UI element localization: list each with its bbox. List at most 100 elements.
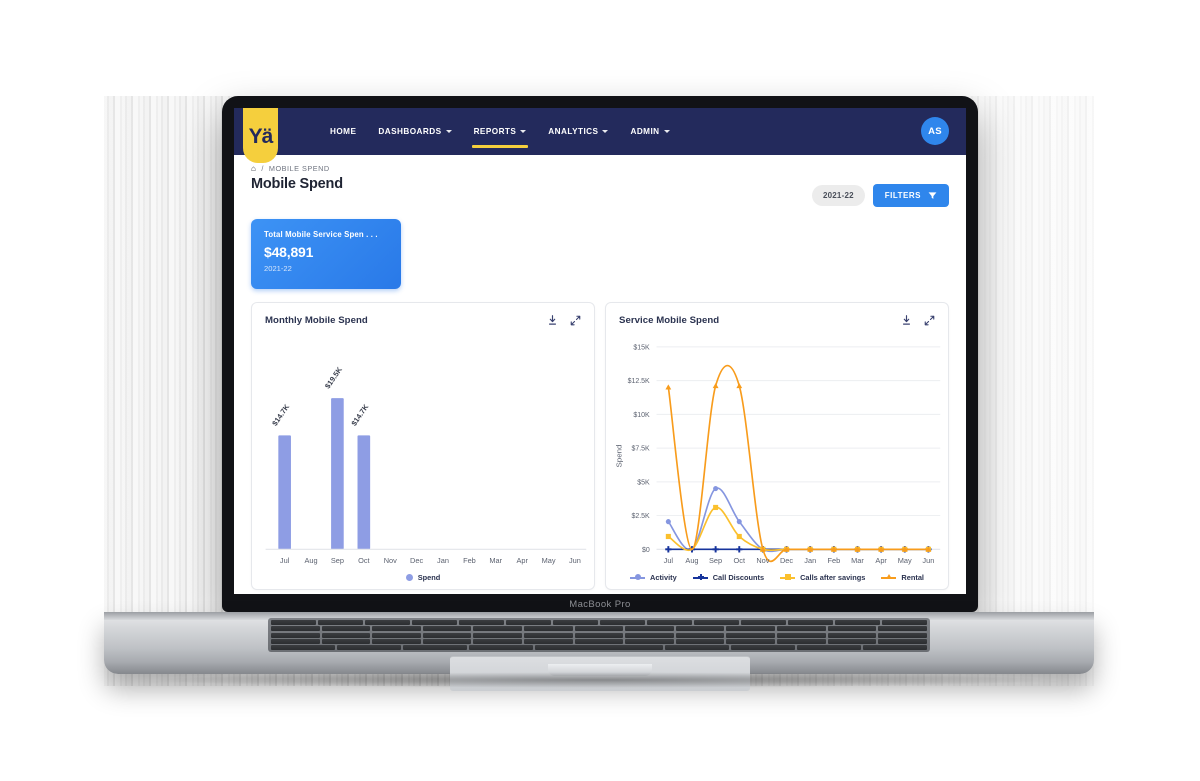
nav-item-analytics[interactable]: ANALYTICS xyxy=(537,108,619,155)
series-line xyxy=(667,506,930,552)
data-point[interactable] xyxy=(713,504,719,511)
x-axis-tick: Dec xyxy=(780,556,793,565)
home-icon[interactable]: ⌂ xyxy=(251,164,256,173)
keyboard-key xyxy=(372,638,421,644)
breadcrumb: ⌂ / MOBILE SPEND xyxy=(251,164,949,173)
keyboard-key xyxy=(553,620,598,625)
series-rental[interactable] xyxy=(665,364,932,563)
keyboard-key xyxy=(271,645,335,650)
data-point[interactable] xyxy=(736,533,742,540)
app-logo[interactable]: Yä xyxy=(243,108,278,163)
page-content: ⌂ / MOBILE SPEND Mobile Spend 2021-22 FI… xyxy=(234,155,966,590)
keyboard-key xyxy=(777,632,826,638)
x-axis-tick: Feb xyxy=(463,556,476,565)
legend-swatch-triangle-icon xyxy=(881,573,897,579)
nav-item-label: REPORTS xyxy=(473,127,517,136)
chevron-down-icon xyxy=(602,130,609,133)
keyboard-key xyxy=(574,638,624,644)
legend-item-activity[interactable]: Activity xyxy=(630,573,677,582)
bar-value-label: $14.7K xyxy=(349,402,370,428)
data-point[interactable] xyxy=(736,383,743,389)
nav-menu: HOME DASHBOARDS REPORTS ANALYTICS ADMIN xyxy=(319,108,681,155)
legend-item-call-discounts[interactable]: Call Discounts xyxy=(692,573,764,582)
download-icon[interactable] xyxy=(901,315,912,326)
charts-row: Monthly Mobile Spend Jul Aug Sep Oct Nov… xyxy=(251,302,949,590)
keyboard-key xyxy=(835,620,880,625)
keyboard-key xyxy=(726,638,776,644)
keyboard-key xyxy=(524,626,573,632)
bar-value-label: $14.7K xyxy=(270,402,291,428)
keyboard-key xyxy=(574,626,624,632)
bar-Jul[interactable] xyxy=(278,435,291,550)
avatar-initials: AS xyxy=(928,125,942,137)
keyboard-key xyxy=(271,620,316,625)
legend-item-spend[interactable]: Spend xyxy=(405,573,440,582)
data-point[interactable] xyxy=(665,384,672,390)
series-activity[interactable] xyxy=(665,485,931,553)
keyboard-key xyxy=(422,632,472,638)
x-axis-tick: Apr xyxy=(875,556,887,565)
x-axis-tick: Dec xyxy=(410,556,423,565)
legend-swatch-circle-icon xyxy=(630,574,646,580)
keyboard-key xyxy=(365,620,410,625)
keyboard-key xyxy=(524,638,573,644)
keyboard-key xyxy=(473,626,523,632)
data-point[interactable] xyxy=(665,546,672,553)
avatar[interactable]: AS xyxy=(921,117,949,145)
page-actions: 2021-22 FILTERS xyxy=(811,184,949,207)
legend-item-calls-after-savings[interactable]: Calls after savings xyxy=(780,573,865,582)
y-axis-tick: $5K xyxy=(637,479,650,486)
bar-value-label: $19.5K xyxy=(323,365,344,391)
nav-item-admin[interactable]: ADMIN xyxy=(619,108,680,155)
y-axis-label: Spend xyxy=(615,445,624,468)
download-icon[interactable] xyxy=(547,315,558,326)
keyboard-key xyxy=(827,638,877,644)
kpi-card-total-mobile-service-spend[interactable]: Total Mobile Service Spen . . . $48,891 … xyxy=(251,219,401,289)
expand-icon[interactable] xyxy=(924,315,935,326)
data-point[interactable] xyxy=(665,533,671,540)
nav-item-home[interactable]: HOME xyxy=(319,108,367,155)
x-axis-tick: Aug xyxy=(305,556,318,565)
keyboard-key xyxy=(878,626,927,632)
keyboard-key xyxy=(726,632,776,638)
expand-icon[interactable] xyxy=(570,315,581,326)
filters-button[interactable]: FILTERS xyxy=(872,184,949,207)
series-line xyxy=(667,364,930,563)
data-point[interactable] xyxy=(713,485,719,492)
y-axis-tick: $10K xyxy=(633,412,650,419)
keyboard-key xyxy=(878,638,927,644)
data-point[interactable] xyxy=(712,546,719,553)
laptop-mockup: MacBook Pro Yä HOME DASHBOARDS REPORTS A… xyxy=(0,0,1200,781)
data-point[interactable] xyxy=(712,383,719,389)
nav-item-reports[interactable]: REPORTS xyxy=(463,108,538,155)
x-axis-tick: Sep xyxy=(331,556,344,565)
bar-Sep[interactable] xyxy=(331,398,344,550)
bar-Oct[interactable] xyxy=(357,435,371,550)
nav-item-label: HOME xyxy=(330,127,357,136)
year-chip[interactable]: 2021-22 xyxy=(811,185,865,206)
top-navbar: Yä HOME DASHBOARDS REPORTS ANALYTICS ADM… xyxy=(234,108,966,163)
keyboard-key xyxy=(863,645,927,650)
keyboard-row xyxy=(271,632,927,638)
keyboard-key xyxy=(412,620,457,625)
chevron-down-icon xyxy=(520,130,527,133)
keyboard-key xyxy=(337,645,401,650)
card-monthly-mobile-spend: Monthly Mobile Spend Jul Aug Sep Oct Nov… xyxy=(251,302,595,590)
data-point[interactable] xyxy=(736,546,743,553)
data-point[interactable] xyxy=(736,519,742,525)
keyboard-key xyxy=(600,620,645,625)
keyboard-key xyxy=(741,620,786,625)
kpi-period: 2021-22 xyxy=(264,264,292,273)
legend-item-rental[interactable]: Rental xyxy=(881,573,924,582)
legend-swatch-square-icon xyxy=(780,574,796,580)
data-point[interactable] xyxy=(665,519,671,525)
page-title: Mobile Spend xyxy=(251,176,343,192)
keyboard-key xyxy=(321,638,371,644)
nav-item-dashboards[interactable]: DASHBOARDS xyxy=(367,108,462,155)
web-app: Yä HOME DASHBOARDS REPORTS ANALYTICS ADM… xyxy=(234,108,966,594)
keyboard-key xyxy=(473,632,523,638)
keyboard-key xyxy=(777,626,826,632)
keyboard-key xyxy=(271,632,320,638)
keyboard-key xyxy=(321,632,371,638)
keyboard-key xyxy=(797,645,861,650)
